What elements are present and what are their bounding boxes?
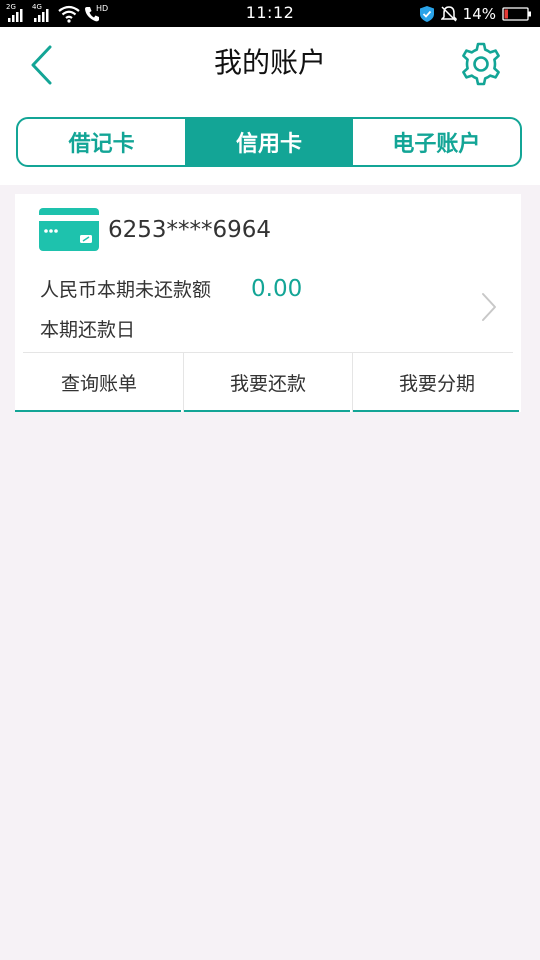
repay-button[interactable]: 我要还款	[183, 353, 352, 412]
credit-card-panel: 6253****6964 人民币本期未还款额 0.00 本期还款日 查询账单 我…	[15, 194, 521, 412]
credit-card-icon	[39, 208, 99, 251]
battery-icon	[502, 6, 531, 21]
due-date-label: 本期还款日	[40, 319, 136, 341]
battery-percent: 14%	[462, 4, 496, 23]
bell-muted-icon	[440, 5, 457, 22]
status-right-icons: 14%	[419, 3, 532, 24]
status-bar: 2G 4G HD 11:12 14%	[0, 0, 540, 27]
card-actions: 查询账单 我要还款 我要分期	[15, 353, 521, 412]
due-amount-value: 0.00	[251, 276, 303, 302]
gear-icon	[462, 42, 500, 86]
card-detail-button[interactable]	[477, 290, 501, 324]
query-bill-button[interactable]: 查询账单	[15, 353, 183, 412]
installment-button[interactable]: 我要分期	[352, 353, 521, 412]
card-type-tabs: 借记卡 信用卡 电子账户	[16, 117, 522, 167]
card-number: 6253****6964	[108, 217, 272, 243]
shield-icon	[419, 5, 434, 22]
tab-credit-card[interactable]: 信用卡	[185, 119, 353, 165]
tab-debit-card[interactable]: 借记卡	[18, 119, 185, 165]
due-amount-label: 人民币本期未还款额	[40, 279, 212, 301]
app-header: 我的账户 借记卡 信用卡 电子账户	[0, 27, 540, 185]
settings-button[interactable]	[458, 41, 504, 87]
chevron-right-icon	[482, 293, 496, 321]
tab-e-account[interactable]: 电子账户	[353, 119, 520, 165]
